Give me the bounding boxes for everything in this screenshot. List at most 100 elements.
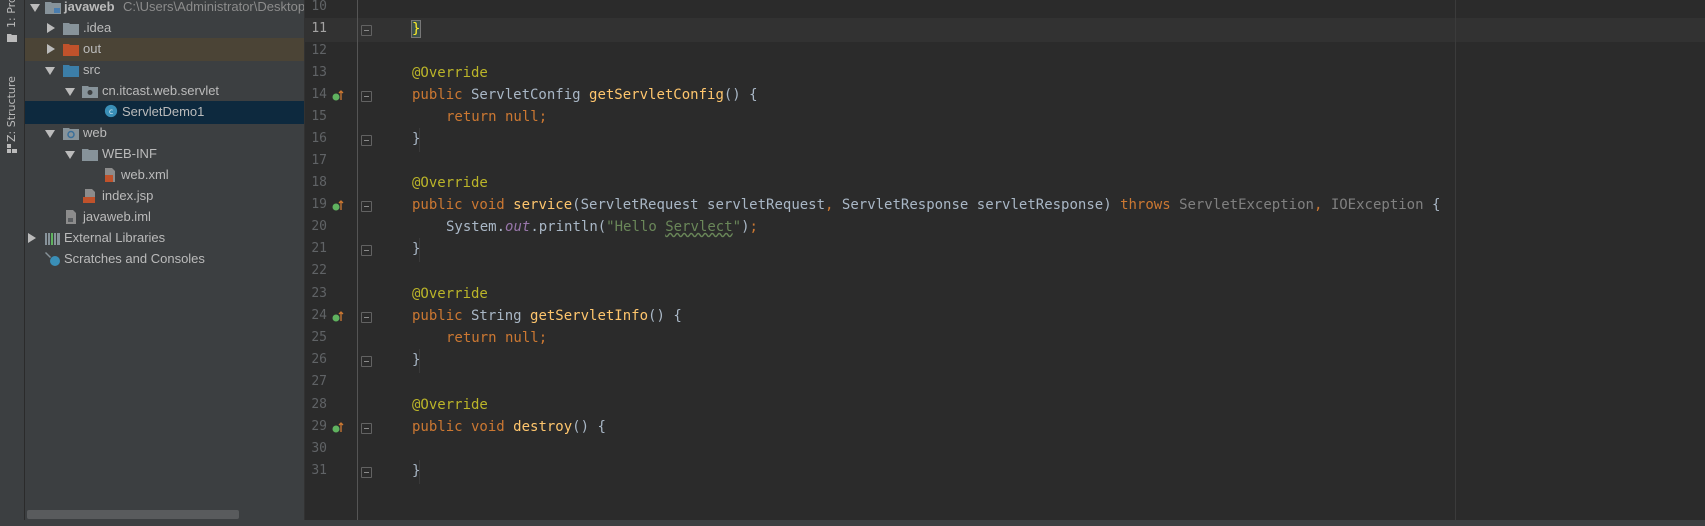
implements-method-icon[interactable] [332,422,344,434]
scrollbar-thumb[interactable] [27,510,239,519]
line-number: 26 [311,352,327,367]
code-line[interactable]: 29 public void destroy() { [305,416,1705,440]
project-panel: javaweb C:\Users\Administrator\Desktop\j… [25,0,305,526]
tree-item-package[interactable]: cn.itcast.web.servlet [25,80,304,103]
line-number: 23 [311,286,327,301]
code-text: } [412,463,421,479]
fold-end-icon[interactable] [361,135,372,146]
project-path: C:\Users\Administrator\Desktop\javaweb [123,0,305,14]
tree-item-label: cn.itcast.web.servlet [102,83,220,98]
fold-icon[interactable] [361,91,372,102]
line-number: 19 [311,197,327,212]
tree-item-index-jsp[interactable]: index.jsp [25,185,304,208]
code-line[interactable]: 17 [305,150,1705,174]
line-number: 20 [311,219,327,234]
folder-icon [7,34,17,42]
collapse-arrow-icon[interactable] [47,44,55,54]
line-number: 15 [311,109,327,124]
code-line[interactable]: 22 [305,260,1705,284]
expand-arrow-icon[interactable] [30,4,40,12]
code-line[interactable]: 13 @Override [305,62,1705,86]
matched-brace: } [410,20,422,38]
jsp-file-icon [83,189,95,203]
collapse-arrow-icon[interactable] [47,23,55,33]
fold-end-icon[interactable] [361,356,372,367]
tree-item-idea[interactable]: .idea [25,17,304,40]
code-line[interactable]: 26 } [305,349,1705,373]
code-line[interactable]: 16 } [305,128,1705,152]
svg-text:c: c [109,107,113,116]
tree-item-label: .idea [83,20,112,35]
code-line[interactable]: 23 @Override [305,283,1705,307]
expand-arrow-icon[interactable] [65,88,75,96]
tree-item-servletdemo1[interactable]: c ServletDemo1 [25,101,304,124]
code-text: public void service(ServletRequest servl… [412,197,1441,213]
structure-tool-tab[interactable]: Z: Structure [0,62,24,157]
code-text: return null; [446,330,548,346]
code-line[interactable]: 21 } [305,238,1705,262]
code-text: } [412,352,421,368]
fold-icon[interactable] [361,201,372,212]
line-number: 22 [311,263,327,278]
implements-method-icon[interactable] [332,90,344,102]
fold-end-icon[interactable] [361,245,372,256]
expand-arrow-icon[interactable] [45,67,55,75]
tree-item-label: src [83,62,101,77]
code-line[interactable]: 19 public void service(ServletRequest se… [305,194,1705,218]
tree-item-scratches[interactable]: Scratches and Consoles [25,248,304,271]
tree-item-label: javaweb [64,0,115,14]
code-line[interactable]: 11 } [305,18,1705,42]
expand-arrow-icon[interactable] [45,130,55,138]
package-icon [82,86,98,98]
implements-method-icon[interactable] [332,311,344,323]
collapse-arrow-icon[interactable] [28,233,36,243]
tree-item-javaweb-iml[interactable]: javaweb.iml [25,206,304,229]
line-number: 27 [311,374,327,389]
code-line[interactable]: 15 return null; [305,106,1705,130]
bottom-status-strip [0,520,1705,526]
code-line[interactable]: 27 [305,371,1705,395]
line-number: 28 [311,397,327,412]
tool-window-strip: 1: Project Z: Structure [0,0,25,526]
line-number: 21 [311,241,327,256]
code-text: } [412,241,421,257]
tree-item-web-inf[interactable]: WEB-INF [25,143,304,166]
fold-icon[interactable] [361,423,372,434]
code-line[interactable]: 12 [305,40,1705,64]
code-editor[interactable]: 10 11 } 12 13 @Override 14 public Servle… [305,0,1705,526]
code-line[interactable]: 18 @Override [305,172,1705,196]
line-number: 18 [311,175,327,190]
code-line[interactable]: 24 public String getServletInfo() { [305,305,1705,329]
tree-item-label: web [83,125,107,140]
module-folder-icon [45,2,61,14]
code-line[interactable]: 25 return null; [305,327,1705,351]
fold-icon[interactable] [361,312,372,323]
tree-item-label: out [83,41,102,56]
tree-item-external-libraries[interactable]: External Libraries [25,227,304,250]
expand-arrow-icon[interactable] [65,151,75,159]
tree-item-src[interactable]: src [25,59,304,82]
code-text: @Override [412,286,488,302]
code-line[interactable]: 14 public ServletConfig getServletConfig… [305,84,1705,108]
tree-item-out[interactable]: out [25,38,304,61]
code-text: @Override [412,175,488,191]
code-line[interactable]: 30 [305,438,1705,462]
code-line[interactable]: 28 @Override [305,394,1705,418]
fold-end-icon[interactable] [361,467,372,478]
web-folder-icon [63,128,79,140]
implements-method-icon[interactable] [332,200,344,212]
horizontal-scrollbar[interactable] [25,510,304,520]
code-text: public ServletConfig getServletConfig() … [412,87,758,103]
tree-item-label: javaweb.iml [83,209,151,224]
tree-item-label: External Libraries [64,230,166,245]
project-tool-tab[interactable]: 1: Project [0,0,24,55]
code-text: } [412,131,421,147]
excluded-folder-icon [63,44,79,56]
line-number: 11 [311,21,327,36]
code-line[interactable]: 31 } [305,460,1705,484]
tree-item-web-xml[interactable]: web.xml [25,164,304,187]
tree-item-web[interactable]: web [25,122,304,145]
code-line[interactable]: 10 [305,0,1705,20]
code-line[interactable]: 20 System.out.println("Hello Servlect"); [305,216,1705,240]
fold-end-icon[interactable] [361,25,372,36]
